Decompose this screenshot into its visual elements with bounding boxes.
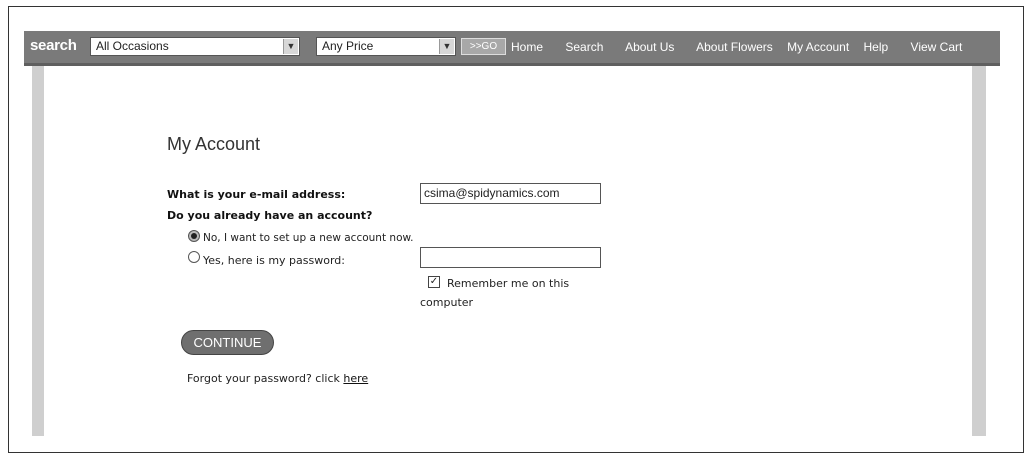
forgot-password-link[interactable]: here (343, 372, 368, 385)
nav-link-help[interactable]: Help (864, 40, 889, 54)
radio-existing-account[interactable] (188, 251, 200, 263)
chevron-down-icon[interactable]: ▼ (439, 39, 454, 54)
radio-new-account[interactable] (188, 230, 200, 242)
continue-button[interactable]: CONTINUE (181, 330, 274, 355)
price-select-value: Any Price (322, 39, 374, 53)
password-field[interactable] (420, 247, 601, 268)
nav-links: Home Search About Us About Flowers My Ac… (511, 40, 981, 54)
nav-link-search[interactable]: Search (565, 40, 603, 54)
page-title: My Account (167, 134, 261, 154)
email-field[interactable]: csima@spidynamics.com (420, 183, 601, 204)
have-account-label: Do you already have an account? (167, 209, 373, 222)
search-brand-label: search (30, 37, 77, 54)
forgot-password-text: Forgot your password? click here (187, 372, 368, 385)
remember-me-label-line2: computer (420, 296, 474, 309)
nav-link-about-flowers[interactable]: About Flowers (696, 40, 773, 54)
nav-link-my-account[interactable]: My Account (787, 40, 849, 54)
forgot-password-prompt: Forgot your password? click (187, 372, 344, 385)
chevron-down-icon[interactable]: ▼ (283, 39, 298, 54)
go-button[interactable]: >>GO (461, 38, 506, 55)
nav-link-view-cart[interactable]: View Cart (911, 40, 963, 54)
radio-new-account-label: No, I want to set up a new account now. (203, 232, 414, 244)
occasion-select[interactable]: All Occasions ▼ (90, 37, 300, 56)
price-select[interactable]: Any Price ▼ (316, 37, 456, 56)
radio-existing-account-label: Yes, here is my password: (203, 254, 345, 267)
remember-me-label: Remember me on this (447, 277, 570, 290)
occasion-select-value: All Occasions (96, 39, 169, 53)
nav-link-home[interactable]: Home (511, 40, 543, 54)
remember-me-checkbox[interactable]: ✓ (428, 276, 440, 288)
nav-link-about-us[interactable]: About Us (625, 40, 674, 54)
email-label: What is your e-mail address: (167, 188, 346, 201)
top-nav-bar: search All Occasions ▼ Any Price ▼ >>GO … (24, 31, 1000, 66)
